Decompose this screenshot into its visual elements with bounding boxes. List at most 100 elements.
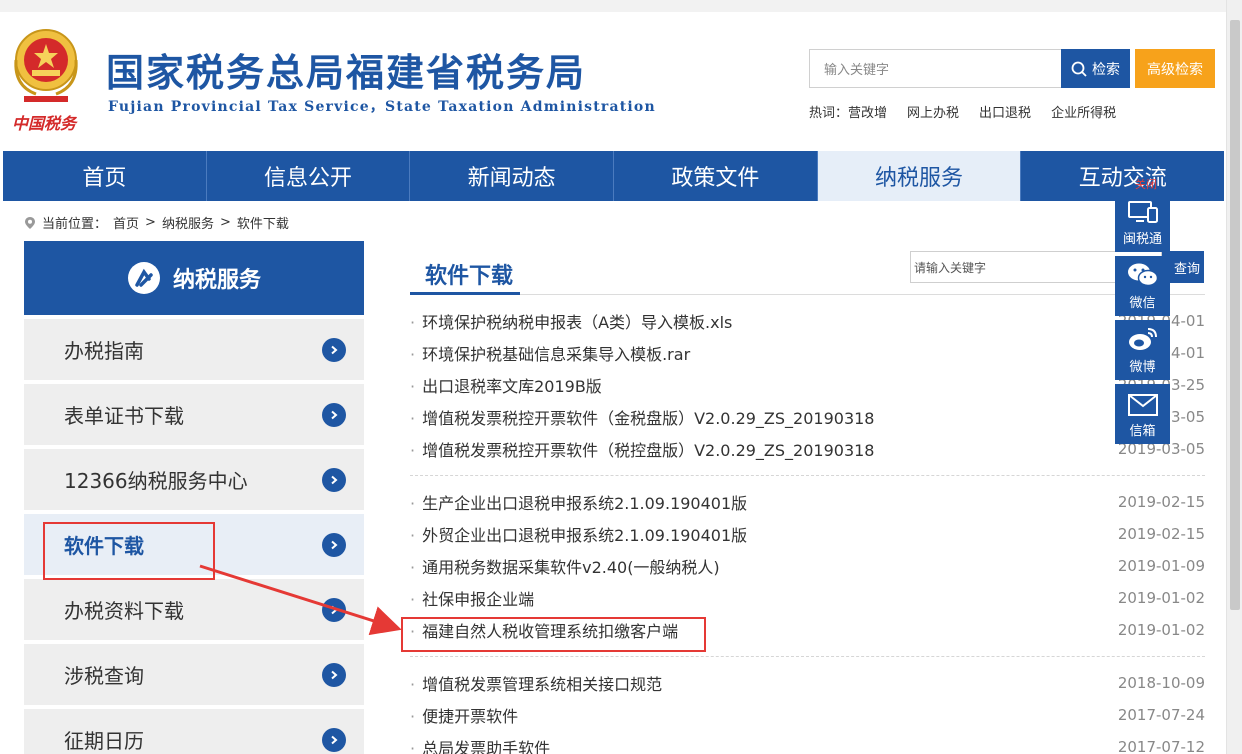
float-item-weibo[interactable]: 微博 bbox=[1115, 320, 1170, 380]
sidebar-item-label: 办税资料下载 bbox=[64, 599, 184, 623]
hot-label: 热词： bbox=[809, 106, 849, 121]
list-item[interactable]: 通用税务数据采集软件v2.40(一般纳税人) 2019-01-09 bbox=[410, 550, 1205, 582]
list-item-date: 2019-01-02 bbox=[1117, 621, 1205, 639]
list-item[interactable]: 生产企业出口退税申报系统2.1.09.190401版 2019-02-15 bbox=[410, 486, 1205, 518]
hot-word-link[interactable]: 营改增 bbox=[848, 102, 887, 121]
list-item-date: 2019-01-09 bbox=[1117, 557, 1205, 575]
list-item-date: 2019-02-15 bbox=[1117, 525, 1205, 543]
float-item-label: 微博 bbox=[1129, 360, 1156, 375]
list-divider bbox=[410, 475, 1205, 476]
floating-share-bar: 闽税通 微信 微博 信箱 bbox=[1115, 192, 1170, 448]
advanced-search-button[interactable]: 高级检索 bbox=[1135, 49, 1215, 88]
chevron-right-icon bbox=[322, 402, 346, 427]
chevron-right-icon bbox=[322, 662, 346, 687]
list-item-title: 出口退税率文库2019B版 bbox=[410, 373, 602, 397]
browser-top-strip bbox=[0, 0, 1226, 12]
float-item-label: 微信 bbox=[1129, 296, 1156, 311]
list-item-title: 生产企业出口退税申报系统2.1.09.190401版 bbox=[410, 490, 747, 514]
location-pin-icon bbox=[25, 216, 35, 229]
list-divider bbox=[410, 656, 1205, 657]
list-item-date: 2017-07-24 bbox=[1117, 706, 1205, 724]
content-title: 软件下载 bbox=[425, 264, 514, 289]
list-item-title: 通用税务数据采集软件v2.40(一般纳税人) bbox=[410, 554, 720, 578]
hot-word-link[interactable]: 企业所得税 bbox=[1051, 102, 1116, 121]
page-scrollbar[interactable] bbox=[1226, 0, 1242, 754]
chevron-right-icon bbox=[322, 727, 346, 752]
wechat-icon bbox=[1127, 263, 1158, 287]
list-item[interactable]: 总局发票助手软件 2017-07-12 bbox=[410, 731, 1205, 754]
hot-word-link[interactable]: 网上办税 bbox=[907, 102, 959, 121]
float-item-label: 闽税通 bbox=[1122, 232, 1162, 247]
annotation-box-list-item bbox=[401, 617, 706, 652]
search-button[interactable]: 检索 bbox=[1061, 49, 1130, 88]
emblem-caption: 中国税务 bbox=[12, 114, 77, 133]
list-item[interactable]: 环境保护税纳税申报表（A类）导入模板.xls2019-04-01 bbox=[410, 305, 1205, 337]
site-title: 国家税务总局福建省税务局 bbox=[106, 51, 587, 95]
service-logo-icon bbox=[127, 262, 160, 294]
list-item[interactable]: 外贸企业出口退税申报系统2.1.09.190401版 2019-02-15 bbox=[410, 518, 1205, 550]
monitor-phone-icon bbox=[1127, 201, 1158, 223]
list-item-date: 2017-07-12 bbox=[1117, 738, 1205, 754]
breadcrumb: 当前位置： 首页 > 纳税服务 > 软件下载 bbox=[24, 213, 289, 232]
list-item[interactable]: 增值税发票管理系统相关接口规范 2018-10-09 bbox=[410, 667, 1205, 699]
list-item-title: 外贸企业出口退税申报系统2.1.09.190401版 bbox=[410, 522, 747, 546]
list-item-date: 2019-02-15 bbox=[1117, 493, 1205, 511]
sidebar-item-forms-download[interactable]: 表单证书下载 bbox=[24, 384, 364, 445]
sidebar-item-label: 12366纳税服务中心 bbox=[64, 469, 248, 493]
breadcrumb-separator: > bbox=[219, 215, 231, 230]
list-item-date: 2018-10-09 bbox=[1117, 674, 1205, 692]
sidebar-item-label: 征期日历 bbox=[64, 729, 144, 753]
site-subtitle: Fujian Provincial Tax Service，State Taxa… bbox=[108, 99, 656, 115]
search-icon bbox=[1071, 61, 1087, 77]
sidebar-item-tax-query[interactable]: 涉税查询 bbox=[24, 644, 364, 705]
float-item-mailbox[interactable]: 信箱 bbox=[1115, 384, 1170, 444]
title-divider bbox=[410, 294, 1205, 295]
breadcrumb-home[interactable]: 首页 bbox=[113, 213, 139, 232]
download-list-group-1: 环境保护税纳税申报表（A类）导入模板.xls2019-04-01 环境保护税基础… bbox=[410, 305, 1205, 465]
sidebar-item-tax-calendar[interactable]: 征期日历 bbox=[24, 709, 364, 754]
breadcrumb-separator: > bbox=[145, 215, 156, 230]
list-item-title: 增值税发票税控开票软件（金税盘版）V2.0.29_ZS_20190318 bbox=[410, 405, 874, 429]
scrollbar-thumb[interactable] bbox=[1230, 20, 1240, 610]
chevron-right-icon bbox=[322, 597, 346, 622]
chevron-right-icon bbox=[322, 337, 346, 362]
nav-item-home[interactable]: 首页 bbox=[3, 151, 207, 201]
nav-item-tax-service[interactable]: 纳税服务 bbox=[817, 151, 1022, 201]
mail-icon bbox=[1127, 394, 1158, 416]
list-item[interactable]: 增值税发票税控开票软件（金税盘版）V2.0.29_ZS_201903182019… bbox=[410, 401, 1205, 433]
chevron-right-icon bbox=[322, 467, 346, 492]
breadcrumb-tax-service[interactable]: 纳税服务 bbox=[162, 213, 214, 232]
sidebar-item-12366-center[interactable]: 12366纳税服务中心 bbox=[24, 449, 364, 510]
list-item[interactable]: 便捷开票软件 2017-07-24 bbox=[410, 699, 1205, 731]
list-item-title: 环境保护税纳税申报表（A类）导入模板.xls bbox=[410, 309, 732, 333]
breadcrumb-current[interactable]: 软件下载 bbox=[237, 213, 289, 232]
sidebar-item-tax-guide[interactable]: 办税指南 bbox=[24, 319, 364, 380]
nav-item-policy[interactable]: 政策文件 bbox=[614, 151, 818, 201]
nav-item-news[interactable]: 新闻动态 bbox=[410, 151, 615, 201]
list-item[interactable]: 出口退税率文库2019B版2019-03-25 bbox=[410, 369, 1205, 401]
main-nav: 首页 信息公开 新闻动态 政策文件 纳税服务 互动交流 bbox=[3, 151, 1224, 201]
float-bar-close[interactable]: 关闭 bbox=[1135, 176, 1157, 192]
breadcrumb-label: 当前位置： bbox=[42, 217, 108, 232]
download-list-group-3: 增值税发票管理系统相关接口规范 2018-10-09 便捷开票软件 2017-07-… bbox=[410, 667, 1205, 754]
sidebar: 纳税服务 办税指南 表单证书下载 12366纳税服务中心 软件下载 办税资料下载… bbox=[24, 241, 364, 754]
list-item-title: 环境保护税基础信息采集导入模板.rar bbox=[410, 341, 690, 365]
list-item[interactable]: 环境保护税基础信息采集导入模板.rar2019-04-01 bbox=[410, 337, 1205, 369]
float-item-minshuitong[interactable]: 闽税通 bbox=[1115, 192, 1170, 252]
sidebar-item-label: 表单证书下载 bbox=[64, 404, 184, 428]
list-item-title: 便捷开票软件 bbox=[410, 703, 518, 727]
annotation-box-sidebar bbox=[43, 522, 215, 580]
hot-word-link[interactable]: 出口退税 bbox=[979, 102, 1031, 121]
site-search-input[interactable]: 输入关键字 bbox=[809, 49, 1062, 88]
search-button-label: 检索 bbox=[1092, 61, 1120, 78]
list-item[interactable]: 增值税发票税控开票软件（税控盘版）V2.0.29_ZS_201903182019… bbox=[410, 433, 1205, 465]
sidebar-item-label: 涉税查询 bbox=[64, 664, 144, 688]
weibo-icon bbox=[1128, 328, 1157, 350]
title-underline bbox=[410, 292, 520, 295]
chevron-right-icon bbox=[322, 532, 346, 557]
sidebar-item-materials-download[interactable]: 办税资料下载 bbox=[24, 579, 364, 640]
list-item[interactable]: 社保申报企业端 2019-01-02 bbox=[410, 582, 1205, 614]
float-item-wechat[interactable]: 微信 bbox=[1115, 256, 1170, 316]
list-item-title: 增值税发票税控开票软件（税控盘版）V2.0.29_ZS_20190318 bbox=[410, 437, 874, 461]
nav-item-info-disclosure[interactable]: 信息公开 bbox=[207, 151, 411, 201]
